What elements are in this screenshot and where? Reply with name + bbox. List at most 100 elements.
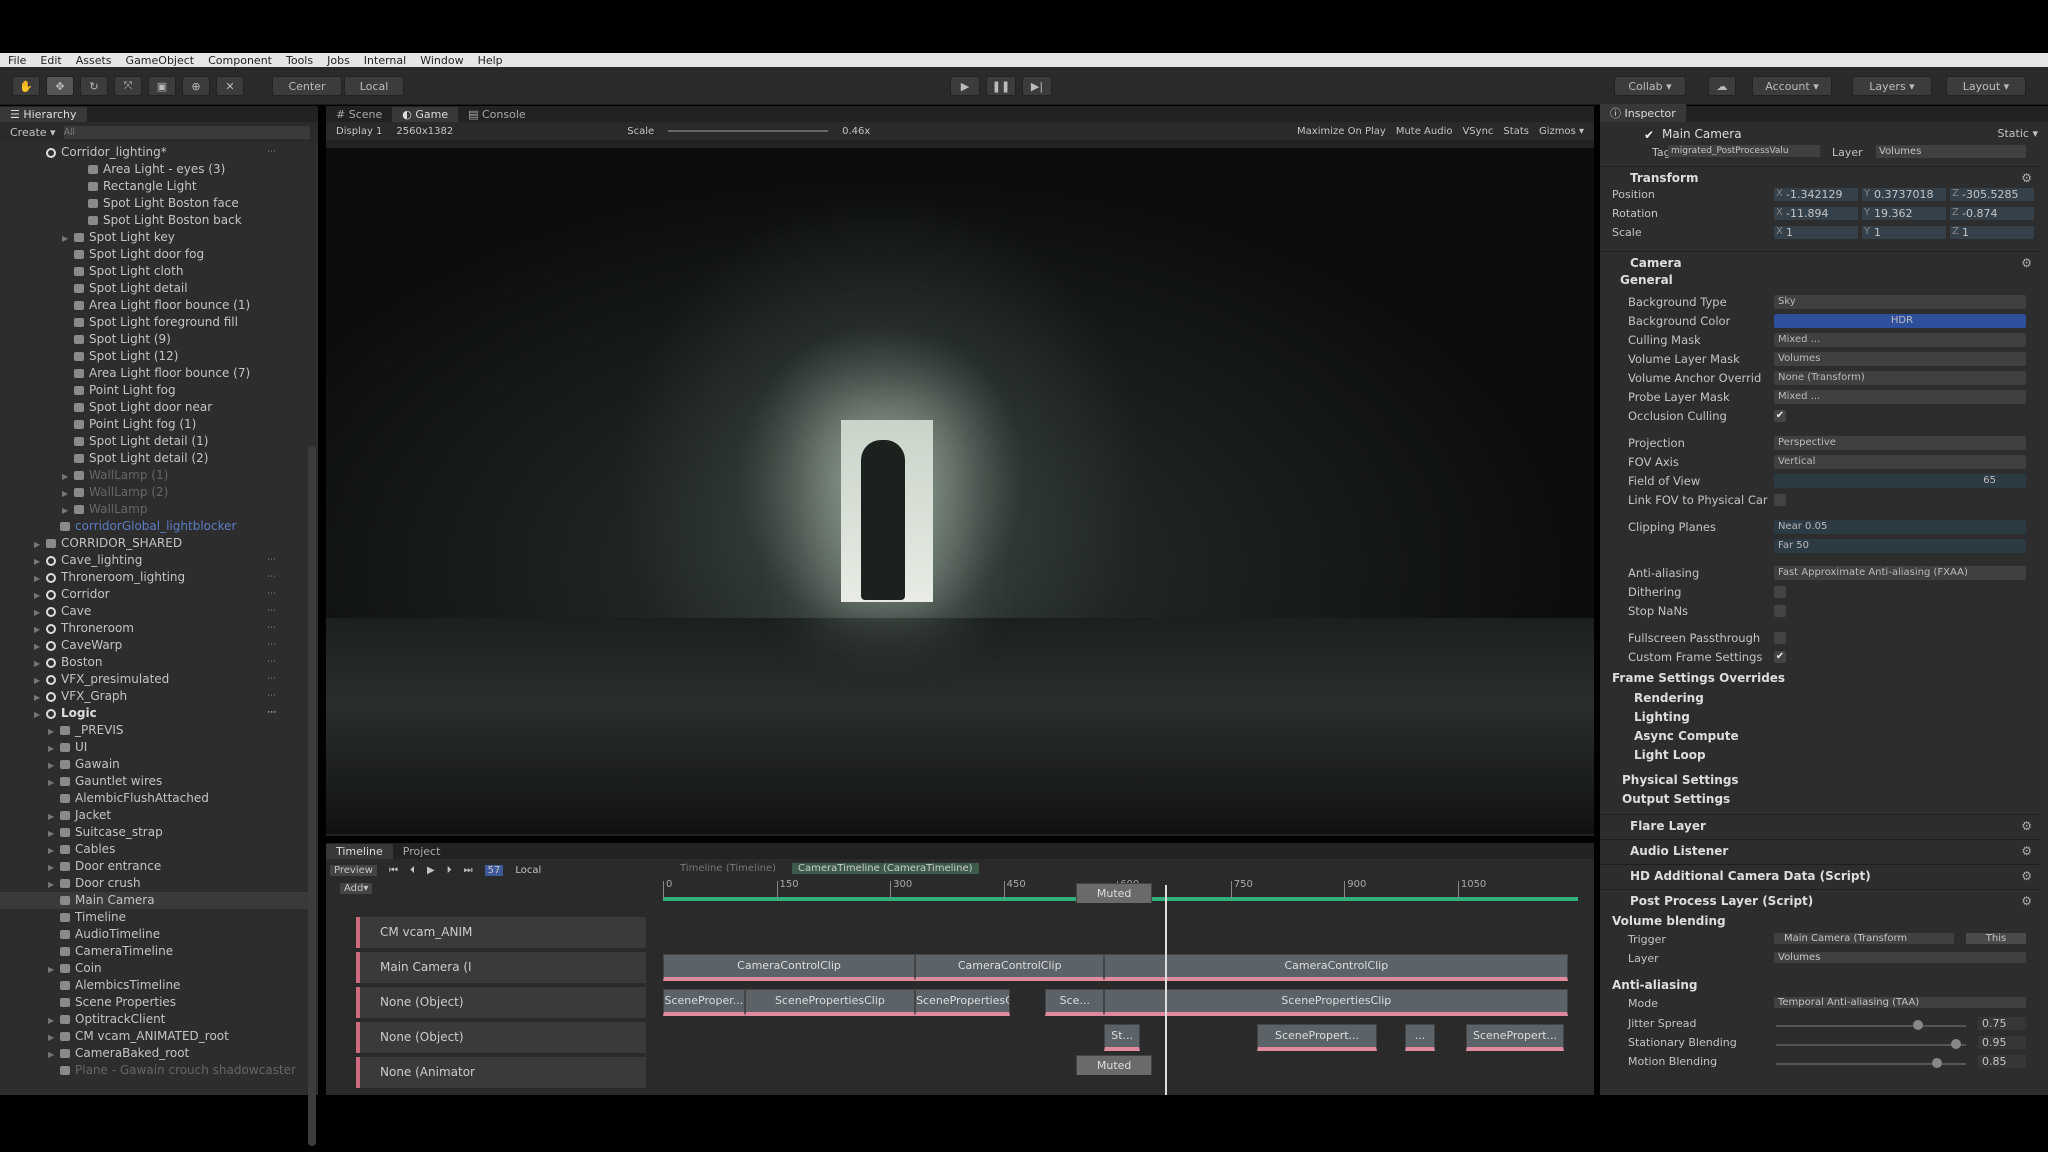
hierarchy-item[interactable]: Point Light fog (1)	[0, 416, 310, 433]
timeline-clip[interactable]: ScenePropertiesCl...	[915, 989, 1010, 1016]
layers-dropdown[interactable]: Layers ▾	[1852, 76, 1932, 96]
prev-frame-icon[interactable]: ⏴	[410, 865, 415, 876]
hierarchy-item[interactable]: Spot Light foreground fill	[0, 314, 310, 331]
dropdown[interactable]: None (Transform)	[1774, 371, 2026, 385]
hierarchy-item[interactable]: ▶ Logic ⋯	[0, 705, 310, 722]
tab-project[interactable]: Project	[393, 844, 451, 859]
hierarchy-item[interactable]: ▶ Cables	[0, 841, 310, 858]
expand-arrow-icon[interactable]: ▶	[62, 468, 74, 485]
scene-menu-icon[interactable]: ⋯	[267, 688, 276, 705]
timeline-clip[interactable]: CameraControlClip	[663, 954, 916, 981]
menu-assets[interactable]: Assets	[76, 54, 112, 67]
transform-scale-y[interactable]: 1	[1862, 226, 1946, 239]
menu-jobs[interactable]: Jobs	[327, 54, 350, 67]
game-option-toggle[interactable]: VSync	[1462, 126, 1493, 137]
hierarchy-item[interactable]: ▶ WallLamp	[0, 501, 310, 518]
hierarchy-item[interactable]: ▶ Jacket	[0, 807, 310, 824]
hierarchy-item[interactable]: Spot Light (9)	[0, 331, 310, 348]
scene-menu-icon[interactable]: ⋯	[267, 705, 276, 722]
rect-tool-icon[interactable]: ▣	[148, 76, 176, 96]
scene-menu-icon[interactable]: ⋯	[267, 603, 276, 620]
timeline-clip[interactable]: Sce...	[1045, 989, 1105, 1016]
tab-timeline[interactable]: Timeline	[326, 844, 393, 859]
expand-arrow-icon[interactable]: ▶	[34, 706, 46, 723]
hierarchy-item[interactable]: Timeline	[0, 909, 310, 926]
hierarchy-item[interactable]: Area Light floor bounce (1)	[0, 297, 310, 314]
layer-dropdown[interactable]: Volumes	[1876, 145, 2026, 158]
breadcrumb-item[interactable]: CameraTimeline (CameraTimeline)	[792, 863, 979, 874]
expand-arrow-icon[interactable]: ▶	[34, 655, 46, 672]
gear-icon[interactable]: ⚙	[2021, 252, 2032, 274]
local-button[interactable]: Local	[515, 865, 541, 876]
game-option-toggle[interactable]: Maximize On Play	[1297, 126, 1386, 137]
hierarchy-search-input[interactable]	[63, 125, 310, 139]
expand-arrow-icon[interactable]: ▶	[34, 536, 46, 553]
hierarchy-item[interactable]: Spot Light detail	[0, 280, 310, 297]
expand-arrow-icon[interactable]: ▶	[48, 1012, 60, 1029]
menu-internal[interactable]: Internal	[364, 54, 406, 67]
custom-tool-icon[interactable]: ✕	[216, 76, 244, 96]
hierarchy-item[interactable]: ▶ Boston ⋯	[0, 654, 310, 671]
slider-thumb[interactable]	[1931, 1058, 1942, 1068]
hierarchy-item[interactable]: Corridor_lighting* ⋯	[0, 144, 310, 161]
go-end-icon[interactable]: ⏭	[464, 865, 473, 876]
scene-menu-icon[interactable]: ⋯	[267, 637, 276, 654]
timeline-clip[interactable]: ScenePropertiesClip	[744, 989, 916, 1016]
timeline-track-header[interactable]: None (Animator	[356, 1057, 646, 1088]
transform-position-y[interactable]: 0.3737018	[1862, 188, 1946, 201]
muted-clip[interactable]: Muted	[1076, 1055, 1152, 1075]
checkbox[interactable]	[1774, 632, 1786, 644]
menu-file[interactable]: File	[8, 54, 26, 67]
object-name-field[interactable]: Main Camera	[1662, 127, 1742, 141]
hierarchy-item[interactable]: ▶ Gauntlet wires	[0, 773, 310, 790]
hierarchy-item[interactable]: ▶ Gawain	[0, 756, 310, 773]
hierarchy-item[interactable]: ▶ Cave_lighting ⋯	[0, 552, 310, 569]
hierarchy-item[interactable]: Spot Light Boston back	[0, 212, 310, 229]
expand-arrow-icon[interactable]: ▶	[48, 757, 60, 774]
timeline-clip[interactable]: CameraControlClip	[915, 954, 1105, 981]
component-header[interactable]: HD Additional Camera Data (Script) ⚙	[1600, 864, 2040, 886]
text-field[interactable]: Near 0.05	[1774, 520, 2026, 534]
hierarchy-item[interactable]: AlembicsTimeline	[0, 977, 310, 994]
hierarchy-item[interactable]: ▶ Throneroom ⋯	[0, 620, 310, 637]
timeline-clip[interactable]: St...	[1104, 1024, 1140, 1051]
mode-dropdown[interactable]: Temporal Anti-aliasing (TAA)	[1774, 997, 2026, 1008]
pp-layer-dropdown[interactable]: Volumes	[1774, 952, 2026, 963]
hierarchy-item[interactable]: Spot Light cloth	[0, 263, 310, 280]
camera-component[interactable]: Camera ⚙	[1600, 251, 2040, 273]
scene-menu-icon[interactable]: ⋯	[267, 569, 276, 586]
slider-track[interactable]	[1776, 1025, 1966, 1027]
hierarchy-item[interactable]: ▶ Coin	[0, 960, 310, 977]
menu-tools[interactable]: Tools	[286, 54, 313, 67]
rotate-tool-icon[interactable]: ↻	[80, 76, 108, 96]
override-section[interactable]: Async Compute	[1634, 729, 1739, 743]
gear-icon[interactable]: ⚙	[2021, 840, 2032, 862]
timeline-clip[interactable]: CameraControlClip	[1104, 954, 1569, 981]
hierarchy-item[interactable]: Point Light fog	[0, 382, 310, 399]
expand-arrow-icon[interactable]: ▶	[48, 961, 60, 978]
expand-arrow-icon[interactable]: ▶	[34, 553, 46, 570]
transform-tool-icon[interactable]: ⊕	[182, 76, 210, 96]
transform-component[interactable]: Transform ⚙	[1600, 166, 2040, 188]
game-option-toggle[interactable]: Stats	[1503, 126, 1529, 137]
timeline-track-header[interactable]: Main Camera (I	[356, 952, 646, 983]
transform-position-x[interactable]: -1.342129	[1774, 188, 1858, 201]
preview-button[interactable]: Preview	[330, 864, 377, 876]
menu-gameobject[interactable]: GameObject	[126, 54, 195, 67]
slider-thumb[interactable]	[1950, 1039, 1961, 1049]
game-option-toggle[interactable]: Gizmos ▾	[1539, 126, 1584, 137]
hierarchy-item[interactable]: AlembicFlushAttached	[0, 790, 310, 807]
hierarchy-item[interactable]: ▶ CM vcam_ANIMATED_root	[0, 1028, 310, 1045]
dropdown[interactable]: Mixed ...	[1774, 333, 2026, 347]
gear-icon[interactable]: ⚙	[2021, 815, 2032, 837]
dropdown[interactable]: Perspective	[1774, 436, 2026, 450]
hierarchy-item[interactable]: ▶ CaveWarp ⋯	[0, 637, 310, 654]
override-section[interactable]: Lighting	[1634, 710, 1690, 724]
slider-thumb[interactable]	[1912, 1020, 1923, 1030]
slider-track[interactable]	[1776, 1044, 1966, 1046]
slider-value[interactable]: 0.95	[1978, 1036, 2026, 1049]
go-start-icon[interactable]: ⏮	[389, 865, 398, 876]
hierarchy-item[interactable]: CameraTimeline	[0, 943, 310, 960]
slider-field[interactable]: 65	[1774, 474, 2026, 488]
expand-arrow-icon[interactable]: ▶	[48, 1046, 60, 1063]
